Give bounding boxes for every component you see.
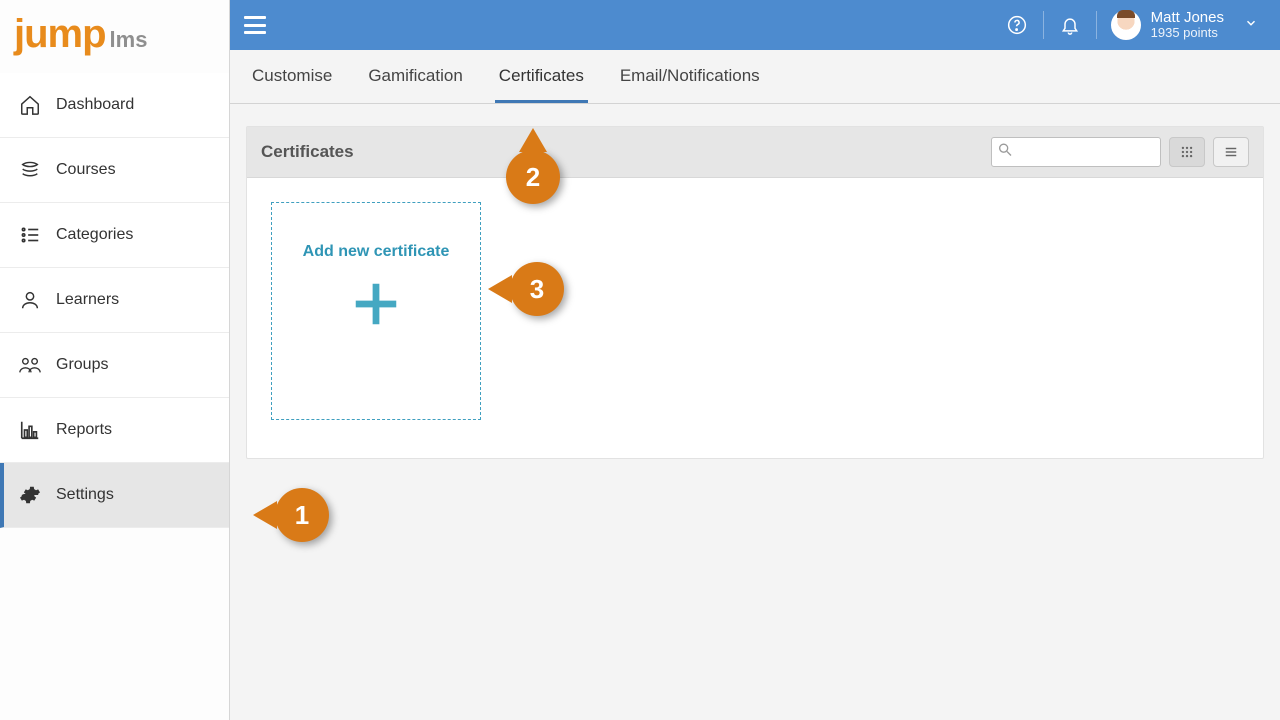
user-menu[interactable]: Matt Jones 1935 points — [1103, 9, 1266, 41]
people-icon — [18, 353, 42, 377]
search-input[interactable] — [991, 137, 1161, 167]
sidebar-item-label: Reports — [56, 421, 112, 439]
callout-step-2: 2 — [506, 150, 560, 204]
search-icon — [997, 142, 1013, 163]
panel-title: Certificates — [261, 142, 354, 162]
tab-certificates[interactable]: Certificates — [495, 50, 588, 103]
gear-icon — [18, 483, 42, 507]
sidebar-item-label: Groups — [56, 356, 108, 374]
list-icon — [18, 223, 42, 247]
callout-step-1: 1 — [275, 488, 329, 542]
sidebar-item-groups[interactable]: Groups — [0, 333, 229, 398]
menu-toggle-icon[interactable] — [244, 16, 266, 34]
avatar — [1111, 10, 1141, 40]
sidebar: jump lms Dashboard Courses Categories — [0, 0, 230, 720]
sidebar-item-courses[interactable]: Courses — [0, 138, 229, 203]
divider — [1043, 11, 1044, 39]
person-icon — [18, 288, 42, 312]
main: Matt Jones 1935 points Customise Gamific… — [230, 0, 1280, 720]
tab-email-notifications[interactable]: Email/Notifications — [616, 50, 764, 103]
sidebar-item-reports[interactable]: Reports — [0, 398, 229, 463]
topbar: Matt Jones 1935 points — [230, 0, 1280, 50]
chevron-down-icon — [1244, 16, 1258, 35]
logo-text-main: jump — [14, 12, 106, 57]
barchart-icon — [18, 418, 42, 442]
help-icon[interactable] — [997, 0, 1037, 50]
logo-text-sub: lms — [110, 27, 148, 53]
sidebar-item-label: Courses — [56, 161, 116, 179]
tab-customise[interactable]: Customise — [248, 50, 336, 103]
plus-icon — [349, 277, 403, 336]
home-icon — [18, 93, 42, 117]
callout-step-3: 3 — [510, 262, 564, 316]
divider — [1096, 11, 1097, 39]
sidebar-item-label: Dashboard — [56, 96, 134, 114]
sidebar-item-categories[interactable]: Categories — [0, 203, 229, 268]
sidebar-item-settings[interactable]: Settings — [0, 463, 229, 528]
sidebar-item-label: Learners — [56, 291, 119, 309]
logo: jump lms — [0, 0, 229, 67]
add-certificate-label: Add new certificate — [303, 243, 450, 261]
stack-icon — [18, 158, 42, 182]
sidebar-item-learners[interactable]: Learners — [0, 268, 229, 333]
certificates-panel: Certificates — [246, 126, 1264, 459]
sidebar-nav: Dashboard Courses Categories Learners Gr… — [0, 73, 229, 528]
grid-view-button[interactable] — [1169, 137, 1205, 167]
tab-gamification[interactable]: Gamification — [364, 50, 466, 103]
sidebar-item-dashboard[interactable]: Dashboard — [0, 73, 229, 138]
add-certificate-tile[interactable]: Add new certificate — [271, 202, 481, 420]
sidebar-item-label: Settings — [56, 486, 114, 504]
user-points: 1935 points — [1151, 26, 1224, 41]
list-view-button[interactable] — [1213, 137, 1249, 167]
sidebar-item-label: Categories — [56, 226, 133, 244]
user-name: Matt Jones — [1151, 9, 1224, 26]
bell-icon[interactable] — [1050, 0, 1090, 50]
panel-header: Certificates — [247, 127, 1263, 178]
settings-tabs: Customise Gamification Certificates Emai… — [230, 50, 1280, 104]
